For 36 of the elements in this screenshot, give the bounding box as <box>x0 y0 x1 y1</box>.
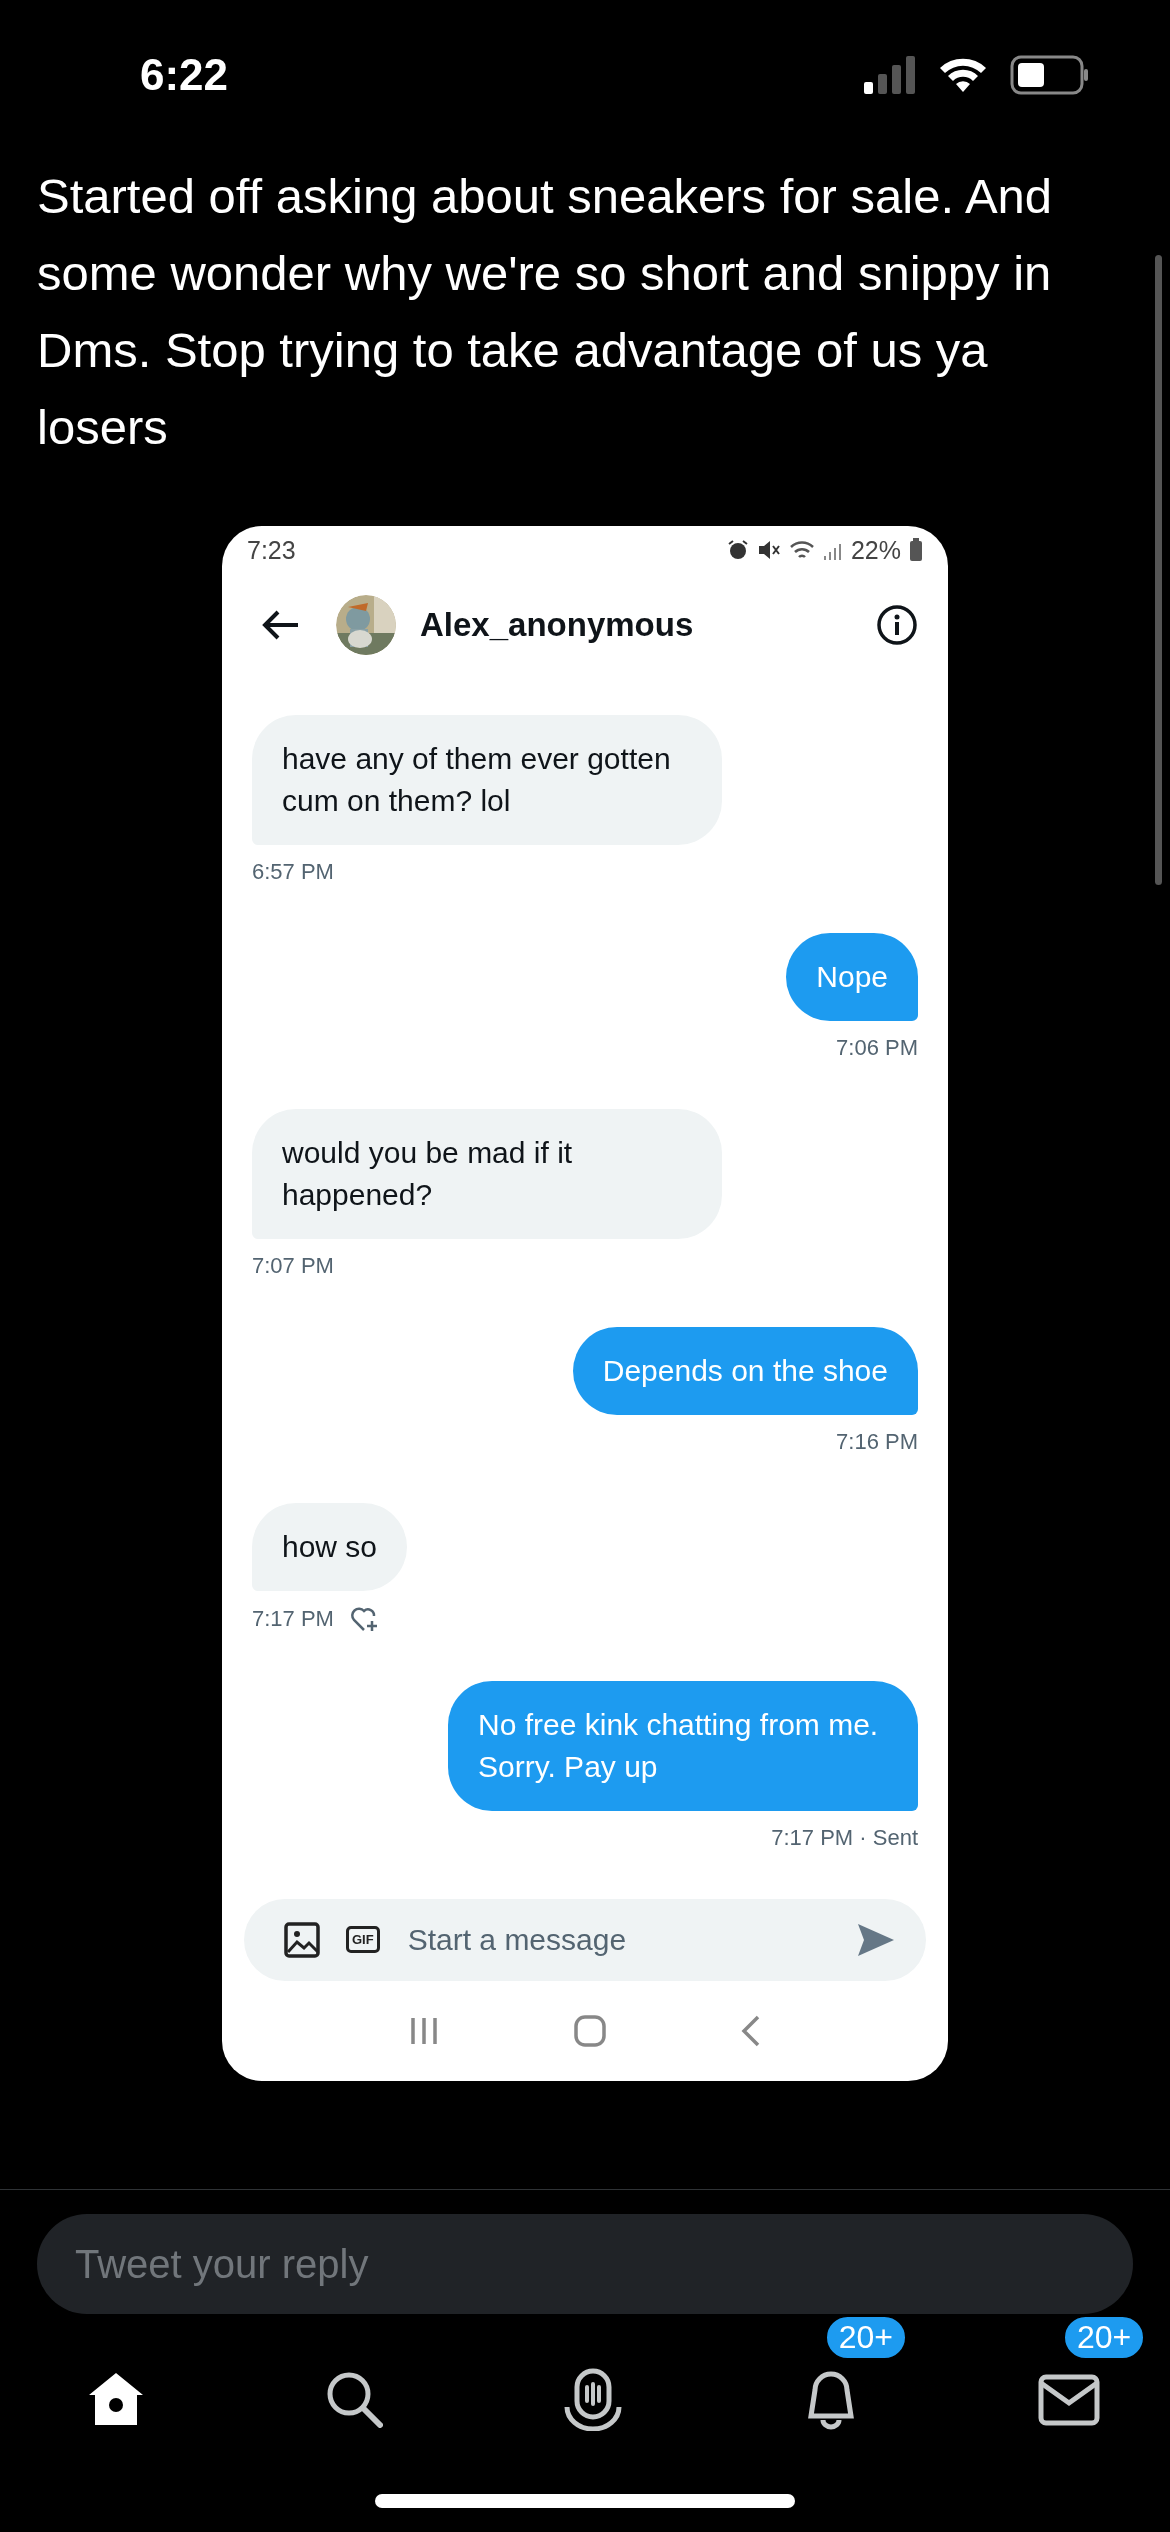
wifi-icon <box>938 56 988 94</box>
count-badge: 20+ <box>824 2315 908 2360</box>
mute-icon <box>756 539 781 562</box>
battery-icon <box>909 538 923 563</box>
recent-apps-icon[interactable] <box>409 2016 440 2047</box>
message-bubble: how so <box>252 1502 408 1591</box>
alarm-icon <box>726 539 749 562</box>
home-button-icon[interactable] <box>574 2015 606 2048</box>
battery-percent: 22% <box>850 535 901 565</box>
back-arrow-icon[interactable] <box>262 608 300 641</box>
message-time: 6:57 PM <box>252 858 334 885</box>
back-icon[interactable] <box>740 2015 761 2048</box>
reply-field[interactable]: Tweet your reply <box>37 2214 1133 2314</box>
count-badge: 20+ <box>1063 2315 1146 2360</box>
info-icon[interactable] <box>876 603 918 646</box>
send-icon[interactable] <box>856 1922 896 1958</box>
message-time: 7:17 PM · Sent <box>771 1824 918 1851</box>
message-time: 7:17 PM <box>252 1605 334 1632</box>
gif-button[interactable]: GIF <box>346 1926 380 1954</box>
signal-icon <box>864 56 916 94</box>
tweet-text: Started off asking about sneakers for sale. And some wonder why we're so short and snippy in Dms. Stop trying to take advantage of us ya losers <box>37 168 1054 456</box>
message-time: 7:07 PM <box>252 1252 334 1279</box>
message-time: 7:06 PM <box>836 1034 918 1061</box>
image-icon[interactable] <box>284 1922 320 1958</box>
contact-name: Alex_anonymous <box>420 605 695 644</box>
message-bubble: Nope <box>786 932 918 1021</box>
message-bubble: Depends on the shoe <box>572 1326 918 1415</box>
message-time: 7:16 PM <box>836 1428 918 1455</box>
message-bubble: would you be mad if it happened? <box>252 1108 722 1239</box>
status-time: 7:23 <box>247 535 296 565</box>
status-time: 6:22 <box>140 50 229 100</box>
message-field[interactable]: Start a message <box>405 1922 830 1958</box>
message-bubble: have any of them ever gotten cum on them? lol <box>252 714 722 845</box>
composer-bar[interactable]: GIF Start a message <box>244 1898 926 1982</box>
battery-icon <box>1010 55 1090 95</box>
message-bubble: No free kink chatting from me. Sorry. Pay up <box>448 1680 918 1811</box>
